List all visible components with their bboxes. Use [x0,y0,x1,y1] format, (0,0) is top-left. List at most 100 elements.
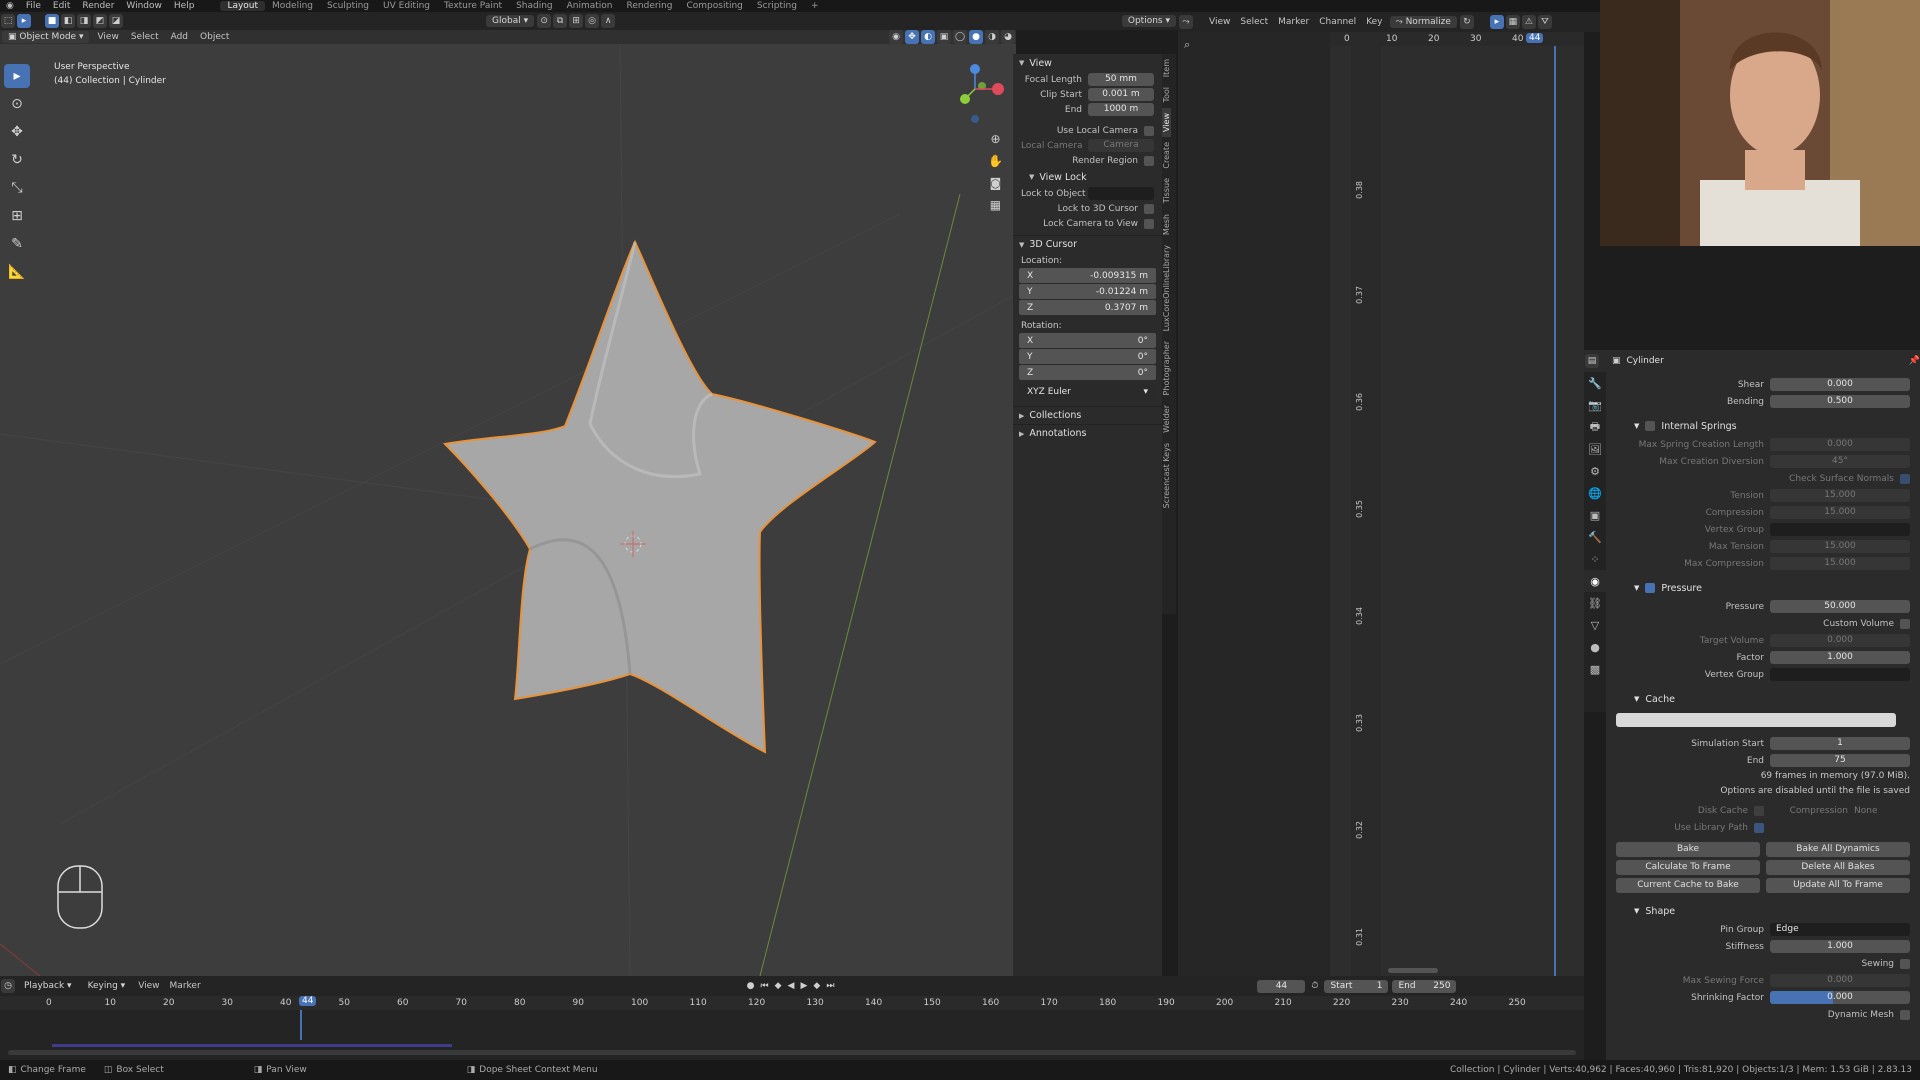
shading-wireframe-icon[interactable]: ◯ [953,30,967,44]
add-workspace-button[interactable]: + [804,1,826,11]
dynamic-mesh-checkbox[interactable] [1900,1009,1910,1020]
cursor-rotation-x[interactable]: X 0° [1019,333,1156,348]
transform-orientation-dropdown[interactable]: Global ▾ [486,15,535,27]
lock-to-object-field[interactable] [1088,187,1154,200]
cache-compression-dropdown[interactable]: None [1854,806,1904,816]
properties-editor-type-icon[interactable]: ▤ [1585,354,1599,368]
simulation-end-field[interactable]: 75 [1770,754,1910,767]
tab-screencast-keys[interactable]: Screencast Keys [1162,438,1171,513]
stopwatch-icon[interactable]: ⏱ [1311,981,1318,991]
ortho-grid-icon[interactable]: ▦ [988,198,1003,212]
viewport-menu-add[interactable]: Add [165,32,194,42]
tab-create[interactable]: Create [1162,137,1171,174]
graph-editor-type-icon[interactable]: ⤳ [1179,15,1193,29]
texture-properties-icon[interactable]: ▩ [1584,658,1606,680]
tab-item[interactable]: Item [1162,54,1171,82]
transform-tool-icon[interactable]: ⊞ [4,204,30,228]
springs-vertex-group-field[interactable] [1770,523,1910,536]
timeline-menu-marker[interactable]: Marker [165,981,206,991]
zoom-icon[interactable]: ⊕ [988,132,1003,146]
shear-field[interactable]: 0.000 [1770,378,1910,391]
graph-editor[interactable]: ⌕ 0 10 20 30 40 44 0.38 0.37 0.36 0.35 0… [1178,32,1584,976]
menu-render[interactable]: Render [76,1,120,11]
pin-icon[interactable]: 📌 [1909,356,1920,366]
max-compression-field[interactable]: 15.000 [1770,557,1910,570]
material-properties-icon[interactable]: ● [1584,636,1606,658]
timeline-playhead[interactable] [300,1010,302,1040]
workspace-tab-texture-paint[interactable]: Texture Paint [437,1,509,11]
render-properties-icon[interactable]: 📷 [1584,394,1606,416]
pressure-checkbox[interactable] [1645,583,1656,593]
select-mode-new-icon[interactable]: ■ [45,14,59,28]
max-spring-length-field[interactable]: 0.000 [1770,438,1910,451]
cursor-location-y[interactable]: Y -0.01224 m [1019,284,1156,299]
use-library-path-checkbox[interactable] [1754,822,1764,833]
pressure-factor-field[interactable]: 1.000 [1770,651,1910,664]
clip-end-field[interactable]: 1000 m [1088,103,1154,116]
pressure-field[interactable]: 50.000 [1770,600,1910,613]
timeline-h-scrollbar[interactable] [8,1050,1576,1055]
calculate-to-frame-button[interactable]: Calculate To Frame [1616,860,1760,875]
prev-keyframe-icon[interactable]: ◆ [775,981,782,991]
max-tension-field[interactable]: 15.000 [1770,540,1910,553]
tab-luxcore-library[interactable]: LuxCoreOnlineLibrary [1162,240,1171,336]
output-properties-icon[interactable]: 🖶 [1584,416,1606,438]
jump-start-icon[interactable]: ⏮ [761,981,769,991]
select-mode-intersect-icon[interactable]: ◪ [109,14,123,28]
workspace-tab-compositing[interactable]: Compositing [679,1,749,11]
workspace-tab-shading[interactable]: Shading [509,1,560,11]
pan-hand-icon[interactable]: ✋ [988,154,1003,168]
graph-playhead[interactable] [1554,46,1556,976]
menu-file[interactable]: File [20,1,47,11]
menu-window[interactable]: Window [120,1,168,11]
cache-list[interactable] [1616,713,1896,727]
internal-springs-checkbox[interactable] [1645,421,1656,431]
overlay-toggle-icon[interactable]: ◐ [921,30,935,44]
select-tool-icon[interactable]: ▸ [4,64,30,88]
move-tool-icon[interactable]: ✥ [4,120,30,144]
shrinking-factor-field[interactable]: 0.000 [1770,991,1910,1004]
object-mode-dropdown[interactable]: ▣ Object Mode ▾ [2,31,90,43]
graph-current-frame-badge[interactable]: 44 [1526,33,1544,43]
view-section-header[interactable]: ▼ View [1013,54,1162,72]
simulation-start-field[interactable]: 1 [1770,737,1910,750]
timeline-playhead-badge[interactable]: 44 [299,996,317,1006]
tab-tool[interactable]: Tool [1162,82,1171,108]
graph-menu-key[interactable]: Key [1361,17,1387,27]
viewport-menu-select[interactable]: Select [125,32,165,42]
tab-photographer[interactable]: Photographer [1162,336,1171,400]
proportional-edit-icon[interactable]: ◎ [585,14,600,28]
sewing-checkbox[interactable] [1900,958,1910,969]
lock-3d-cursor-checkbox[interactable] [1144,203,1154,214]
select-mode-extend-icon[interactable]: ◧ [61,14,75,28]
disk-cache-checkbox[interactable] [1754,805,1764,816]
workspace-tab-uv-editing[interactable]: UV Editing [376,1,437,11]
3d-cursor-section-header[interactable]: ▼ 3D Cursor [1013,235,1162,253]
tab-mesh[interactable]: Mesh [1162,209,1171,240]
editor-type-icon[interactable]: ⬚ [1,14,15,28]
bending-field[interactable]: 0.500 [1770,395,1910,408]
shape-header[interactable]: ▼ Shape [1606,901,1920,921]
pin-group-field[interactable]: Edge [1770,923,1910,936]
graph-frame-ruler[interactable]: 0 10 20 30 40 44 [1330,32,1584,46]
local-camera-field[interactable]: Camera [1088,139,1154,152]
workspace-tab-scripting[interactable]: Scripting [750,1,804,11]
graph-menu-marker[interactable]: Marker [1273,17,1314,27]
view-lock-header[interactable]: ▼ View Lock [1013,168,1162,186]
measure-tool-icon[interactable]: 📐 [4,260,30,284]
falloff-icon[interactable]: ∧ [601,14,616,28]
timeline-menu-view[interactable]: View [133,981,164,991]
update-all-to-frame-button[interactable]: Update All To Frame [1766,878,1910,893]
cursor-tool-icon[interactable]: ⊙ [4,92,30,116]
object-properties-icon[interactable]: ▣ [1584,504,1606,526]
visibility-icon[interactable]: ◉ [889,30,903,44]
annotate-tool-icon[interactable]: ✎ [4,232,30,256]
internal-springs-header[interactable]: ▼ Internal Springs [1606,416,1920,436]
graph-channel-list[interactable]: ⌕ [1178,32,1330,976]
timeline-frame-ruler[interactable]: 0 10 20 30 40 50 60 70 80 90 100 110 120 130 140 150 160… [0,996,1584,1010]
snap-icon[interactable]: ⧉ [553,14,568,28]
clip-start-field[interactable]: 0.001 m [1088,88,1154,101]
tool-properties-icon[interactable]: 🔧 [1584,372,1606,394]
lock-camera-checkbox[interactable] [1144,218,1154,229]
bake-button[interactable]: Bake [1616,842,1760,857]
